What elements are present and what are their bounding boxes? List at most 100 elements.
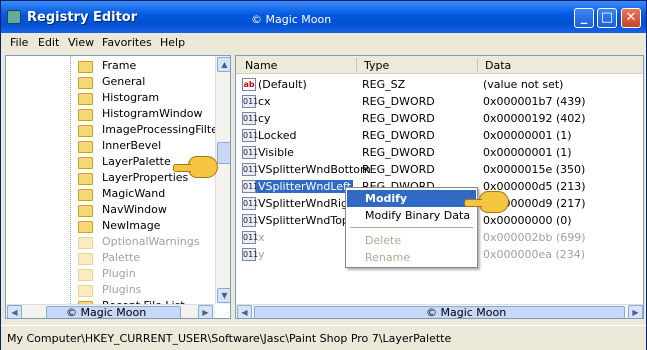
- tree-item-label: ImageProcessingFilter: [102, 123, 223, 136]
- binary-value-icon: 011: [242, 214, 259, 227]
- column-header-name[interactable]: Name: [245, 59, 277, 72]
- context-menu-rename[interactable]: Rename: [347, 249, 476, 266]
- tree-item-label: Plugins: [102, 283, 142, 296]
- tree-item-label: MagicWand: [102, 187, 166, 200]
- value-type: REG_DWORD: [362, 146, 435, 159]
- context-menu-delete[interactable]: Delete: [347, 232, 476, 249]
- folder-icon: [78, 189, 93, 201]
- tree-item-label: HistogramWindow: [102, 107, 203, 120]
- folder-icon: [78, 93, 93, 105]
- minimize-button[interactable]: _: [574, 8, 594, 28]
- tree-item-label: Plugin: [102, 267, 136, 280]
- tree-horizontal-scrollbar[interactable]: ◀ © Magic Moon ▶: [6, 304, 215, 318]
- column-divider[interactable]: [477, 58, 478, 72]
- registry-key-tree[interactable]: Frame General Histogram HistogramWindow Imag…: [5, 55, 231, 319]
- folder-icon: [78, 77, 93, 89]
- value-data: 0x00000000 (0): [483, 214, 572, 227]
- folder-icon: [78, 141, 93, 153]
- value-type: REG_SZ: [362, 78, 406, 91]
- title-bar[interactable]: Registry Editor © Magic Moon _ □ ✕: [1, 1, 646, 33]
- value-data: 0x00000001 (1): [483, 146, 572, 159]
- binary-value-icon: 011: [242, 112, 259, 125]
- menu-file[interactable]: File: [10, 36, 28, 49]
- folder-icon: [78, 285, 93, 297]
- binary-value-icon: 011: [242, 248, 259, 261]
- list-header: Name Type Data: [236, 56, 643, 74]
- list-row[interactable]: 011 cx REG_DWORD 0x000001b7 (439): [236, 93, 643, 110]
- folder-icon: [78, 157, 93, 169]
- folder-icon: [78, 61, 93, 73]
- menu-edit[interactable]: Edit: [38, 36, 59, 49]
- scroll-thumb[interactable]: [217, 142, 230, 164]
- tree-vertical-scrollbar[interactable]: ▲ ▼: [215, 56, 230, 304]
- value-data: 0x000002bb (699): [483, 231, 586, 244]
- tree-item-label: OptionalWarnings: [102, 235, 200, 248]
- value-type: REG_DWORD: [362, 112, 435, 125]
- context-menu-modify-binary-data[interactable]: Modify Binary Data: [347, 207, 476, 224]
- menu-view[interactable]: View: [68, 36, 94, 49]
- maximize-button[interactable]: □: [597, 8, 617, 28]
- tree-item-label: General: [102, 75, 146, 88]
- tree-item-label: Frame: [102, 59, 137, 72]
- column-header-data[interactable]: Data: [485, 59, 511, 72]
- scroll-left-arrow-icon[interactable]: ◀: [7, 305, 22, 318]
- scroll-down-arrow-icon[interactable]: ▼: [217, 288, 230, 303]
- status-bar: My Computer\HKEY_CURRENT_USER\Software\J…: [1, 325, 646, 350]
- registry-editor-app-icon: [7, 10, 21, 24]
- value-data: 0x000000ea (234): [483, 248, 586, 261]
- list-row[interactable]: ab (Default) REG_SZ (value not set): [236, 76, 643, 93]
- tree-item-label: NavWindow: [102, 203, 167, 216]
- value-name: cx: [258, 95, 271, 108]
- tree-item-label: LayerProperties: [102, 171, 189, 184]
- value-data: 0x00000192 (402): [483, 112, 586, 125]
- context-menu: Modify Modify Binary Data Delete Rename: [345, 187, 478, 268]
- list-row[interactable]: 011 Visible REG_DWORD 0x00000001 (1): [236, 144, 643, 161]
- tree-item-label: Palette: [102, 251, 141, 264]
- menu-favorites[interactable]: Favorites: [102, 36, 152, 49]
- scroll-left-arrow-icon[interactable]: ◀: [237, 305, 252, 318]
- tree-item-label: InnerBevel: [102, 139, 162, 152]
- watermark-list: © Magic Moon: [426, 306, 507, 319]
- folder-icon: [78, 109, 93, 121]
- value-data: 0x0000015e (350): [483, 163, 586, 176]
- value-name: VSplitterWndTop: [258, 214, 349, 227]
- scroll-right-arrow-icon[interactable]: ▶: [198, 305, 213, 318]
- scroll-right-arrow-icon[interactable]: ▶: [628, 305, 643, 318]
- folder-icon: [78, 253, 93, 265]
- tree-item-label: NewImage: [102, 219, 161, 232]
- binary-value-icon: 011: [242, 129, 259, 142]
- column-divider[interactable]: [356, 58, 357, 72]
- list-row[interactable]: 011 cy REG_DWORD 0x00000192 (402): [236, 110, 643, 127]
- value-data: (value not set): [483, 78, 564, 91]
- list-row[interactable]: 011 Locked REG_DWORD 0x00000001 (1): [236, 127, 643, 144]
- tree-item-label: Histogram: [102, 91, 160, 104]
- value-type: REG_DWORD: [362, 163, 435, 176]
- watermark-top: © Magic Moon: [251, 13, 332, 26]
- list-row[interactable]: 011 VSplitterWndBottom REG_DWORD 0x0000015e…: [236, 161, 643, 178]
- value-name: y: [258, 248, 265, 261]
- menu-help[interactable]: Help: [160, 36, 185, 49]
- column-header-type[interactable]: Type: [364, 59, 389, 72]
- folder-icon: [78, 173, 93, 185]
- scroll-up-arrow-icon[interactable]: ▲: [217, 57, 230, 72]
- pointing-hand-icon: [464, 191, 509, 213]
- close-button[interactable]: ✕: [621, 8, 641, 28]
- list-horizontal-scrollbar[interactable]: ◀ © Magic Moon ▶: [236, 304, 643, 319]
- string-value-icon: ab: [242, 78, 256, 91]
- binary-value-icon: 011: [242, 180, 259, 193]
- value-name: Visible: [258, 146, 294, 159]
- value-name: x: [258, 231, 265, 244]
- folder-icon: [78, 237, 93, 249]
- value-name: Locked: [258, 129, 297, 142]
- context-menu-modify[interactable]: Modify: [347, 190, 476, 207]
- folder-icon: [78, 221, 93, 233]
- value-name: VSplitterWndLeft: [256, 180, 354, 193]
- value-type: REG_DWORD: [362, 129, 435, 142]
- binary-value-icon: 011: [242, 197, 259, 210]
- folder-icon: [78, 205, 93, 217]
- registry-path: My Computer\HKEY_CURRENT_USER\Software\J…: [7, 332, 452, 345]
- value-name: (Default): [258, 78, 307, 91]
- tree-connector-line: [70, 56, 71, 318]
- binary-value-icon: 011: [242, 146, 259, 159]
- value-name: VSplitterWndBottom: [258, 163, 371, 176]
